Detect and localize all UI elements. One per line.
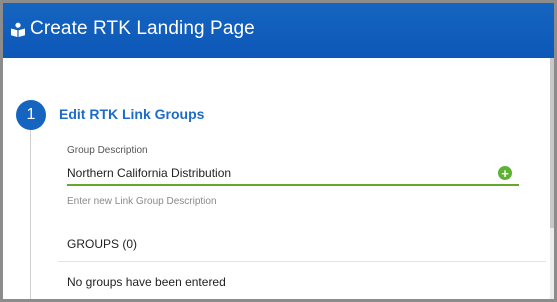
vertical-scrollbar[interactable] — [550, 58, 554, 299]
page-header: Create RTK Landing Page — [3, 3, 554, 58]
groups-divider — [58, 261, 546, 262]
step-number-badge: 1 — [16, 100, 46, 130]
group-description-input[interactable] — [67, 162, 519, 186]
groups-empty-message: No groups have been entered — [67, 275, 226, 289]
book-user-icon — [10, 22, 26, 38]
app-window: Create RTK Landing Page 1 Edit RTK Link … — [0, 0, 557, 302]
plus-circle-icon[interactable]: + — [498, 166, 512, 180]
group-description-label: Group Description — [67, 145, 148, 156]
main-content: 1 Edit RTK Link Groups Group Description… — [3, 58, 554, 299]
step-connector-line — [30, 130, 31, 299]
group-description-hint: Enter new Link Group Description — [67, 196, 217, 207]
page-title: Create RTK Landing Page — [30, 18, 255, 39]
step-title: Edit RTK Link Groups — [59, 106, 205, 122]
groups-heading: GROUPS (0) — [67, 237, 138, 251]
scrollbar-thumb[interactable] — [550, 58, 554, 228]
